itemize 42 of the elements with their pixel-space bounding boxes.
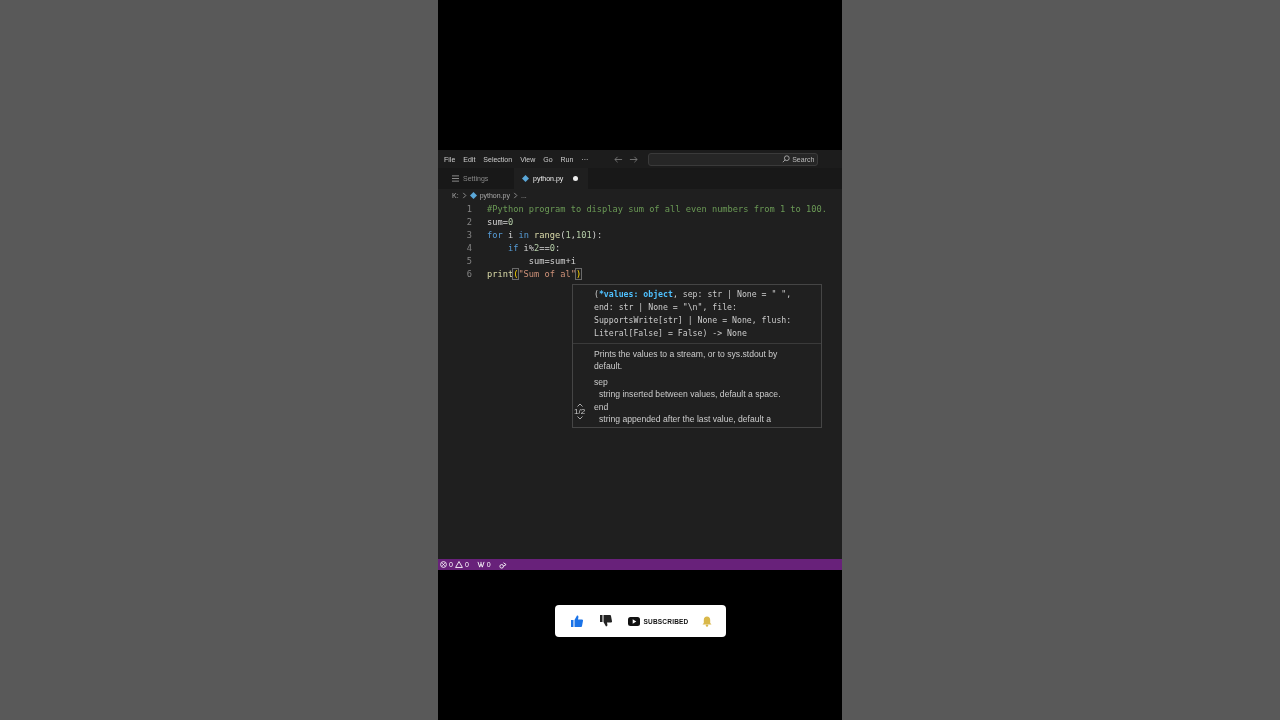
parameter-text: string inserted between values, default a space. xyxy=(598,388,782,401)
down-chevron-icon xyxy=(576,416,583,420)
bell-icon xyxy=(702,615,713,627)
parameter-text: string appended after the last value, default a xyxy=(598,413,772,426)
chevron-icon xyxy=(513,191,518,199)
antenna-icon xyxy=(476,561,485,568)
dislike-button[interactable] xyxy=(599,615,612,627)
line-number: 3 xyxy=(465,229,473,240)
line-number: 4 xyxy=(465,242,473,253)
parameter-name: end xyxy=(594,400,610,414)
like-button[interactable] xyxy=(570,615,583,627)
signature-text: (*values: object, sep: str | None = " ", xyxy=(594,288,793,301)
code-line: for i in range(1,101): xyxy=(487,229,603,240)
line-number: 2 xyxy=(465,216,473,227)
file-icon xyxy=(522,175,529,182)
thumbs-up-icon xyxy=(570,615,583,627)
thumbs-down-icon xyxy=(599,615,612,627)
forward-arrow-icon xyxy=(629,154,639,164)
code-line: if i%2==0: xyxy=(506,242,561,253)
code-line: #Python program to display sum of all even numbers from 1 to 100. xyxy=(487,203,827,214)
line-number: 5 xyxy=(465,255,473,266)
up-chevron-icon xyxy=(576,403,583,407)
overload-counter: 1/2 xyxy=(574,407,586,416)
play-logo-icon xyxy=(627,616,640,626)
warning-icon xyxy=(454,561,463,568)
chevron-icon xyxy=(461,191,467,199)
description-text: Prints the values to a stream, or to sys.stdout by default. xyxy=(594,348,779,373)
file-icon xyxy=(469,191,477,199)
modified-dot xyxy=(573,176,579,181)
error-icon xyxy=(440,561,447,568)
code-line: print("Sum of al") xyxy=(487,269,582,279)
parameter-name: sep xyxy=(594,375,609,389)
back-arrow-icon xyxy=(614,154,624,164)
code-line: sum=sum+i xyxy=(527,255,576,266)
line-number: 6 xyxy=(465,269,473,279)
settings-icon xyxy=(452,175,459,182)
signature-text: Literal[False] = False) -> None xyxy=(594,327,748,340)
search-icon xyxy=(782,155,791,163)
code-line: sum=0 xyxy=(487,216,514,227)
line-number: 1 xyxy=(465,203,473,214)
signature-text: SupportsWrite[str] | None = None, flush: xyxy=(594,314,793,327)
signature-text: end: str | None = "\n", file: xyxy=(594,301,738,314)
